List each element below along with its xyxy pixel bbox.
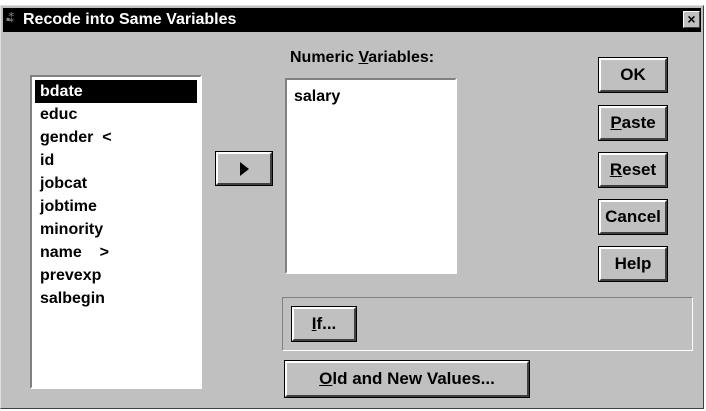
window-title: Recode into Same Variables xyxy=(23,11,237,28)
source-variable-item[interactable]: jobtime xyxy=(32,195,200,218)
source-variable-item[interactable]: jobcat xyxy=(32,172,200,195)
reset-button[interactable]: Reset xyxy=(599,153,667,187)
source-variable-list[interactable]: bdate educ gender < id jobcat jobtime minority… xyxy=(30,75,202,389)
source-variable-item[interactable]: salbegin xyxy=(32,287,200,310)
source-variable-item[interactable]: minority xyxy=(32,218,200,241)
list-item[interactable]: salary xyxy=(287,80,455,106)
source-variable-item[interactable]: prevexp xyxy=(32,264,200,287)
paste-button[interactable]: Paste xyxy=(599,106,667,140)
old-and-new-values-button[interactable]: Old and New Values... xyxy=(285,361,529,397)
source-variable-item[interactable]: id xyxy=(32,149,200,172)
source-variable-item[interactable]: bdate xyxy=(35,80,197,103)
source-variable-item[interactable]: gender < xyxy=(32,126,200,149)
source-variable-item[interactable]: educ xyxy=(32,103,200,126)
close-button[interactable]: × xyxy=(683,11,700,28)
move-to-target-button[interactable] xyxy=(216,152,272,185)
source-variable-item[interactable]: name > xyxy=(32,241,200,264)
source-variable-items: bdate educ gender < id jobcat jobtime minority… xyxy=(32,77,200,310)
title-bar[interactable]: ▪⁑ Recode into Same Variables × xyxy=(3,8,701,32)
cancel-button[interactable]: Cancel xyxy=(599,200,667,234)
right-arrow-icon xyxy=(240,162,249,176)
if-button[interactable]: If... xyxy=(292,307,356,341)
help-button[interactable]: Help xyxy=(599,247,667,281)
numeric-variables-label: Numeric Variables: xyxy=(290,49,435,66)
app-icon: ▪⁑ xyxy=(6,12,14,26)
numeric-variables-list[interactable]: salary xyxy=(285,78,457,274)
close-icon: × xyxy=(687,11,696,27)
ok-button[interactable]: OK xyxy=(599,58,667,92)
